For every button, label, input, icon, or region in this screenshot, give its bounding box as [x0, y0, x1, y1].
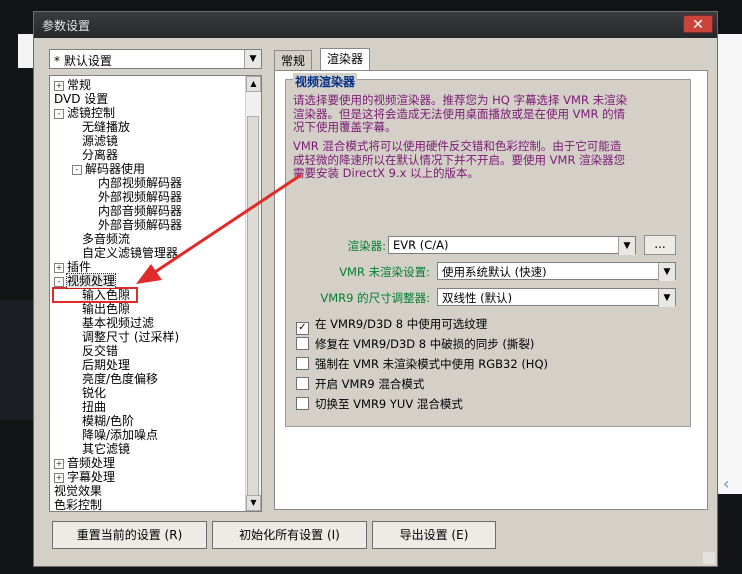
- arrowhead-icon: [136, 264, 162, 284]
- red-arrow-annotation: [136, 173, 302, 284]
- arrow-shaft: [151, 173, 302, 276]
